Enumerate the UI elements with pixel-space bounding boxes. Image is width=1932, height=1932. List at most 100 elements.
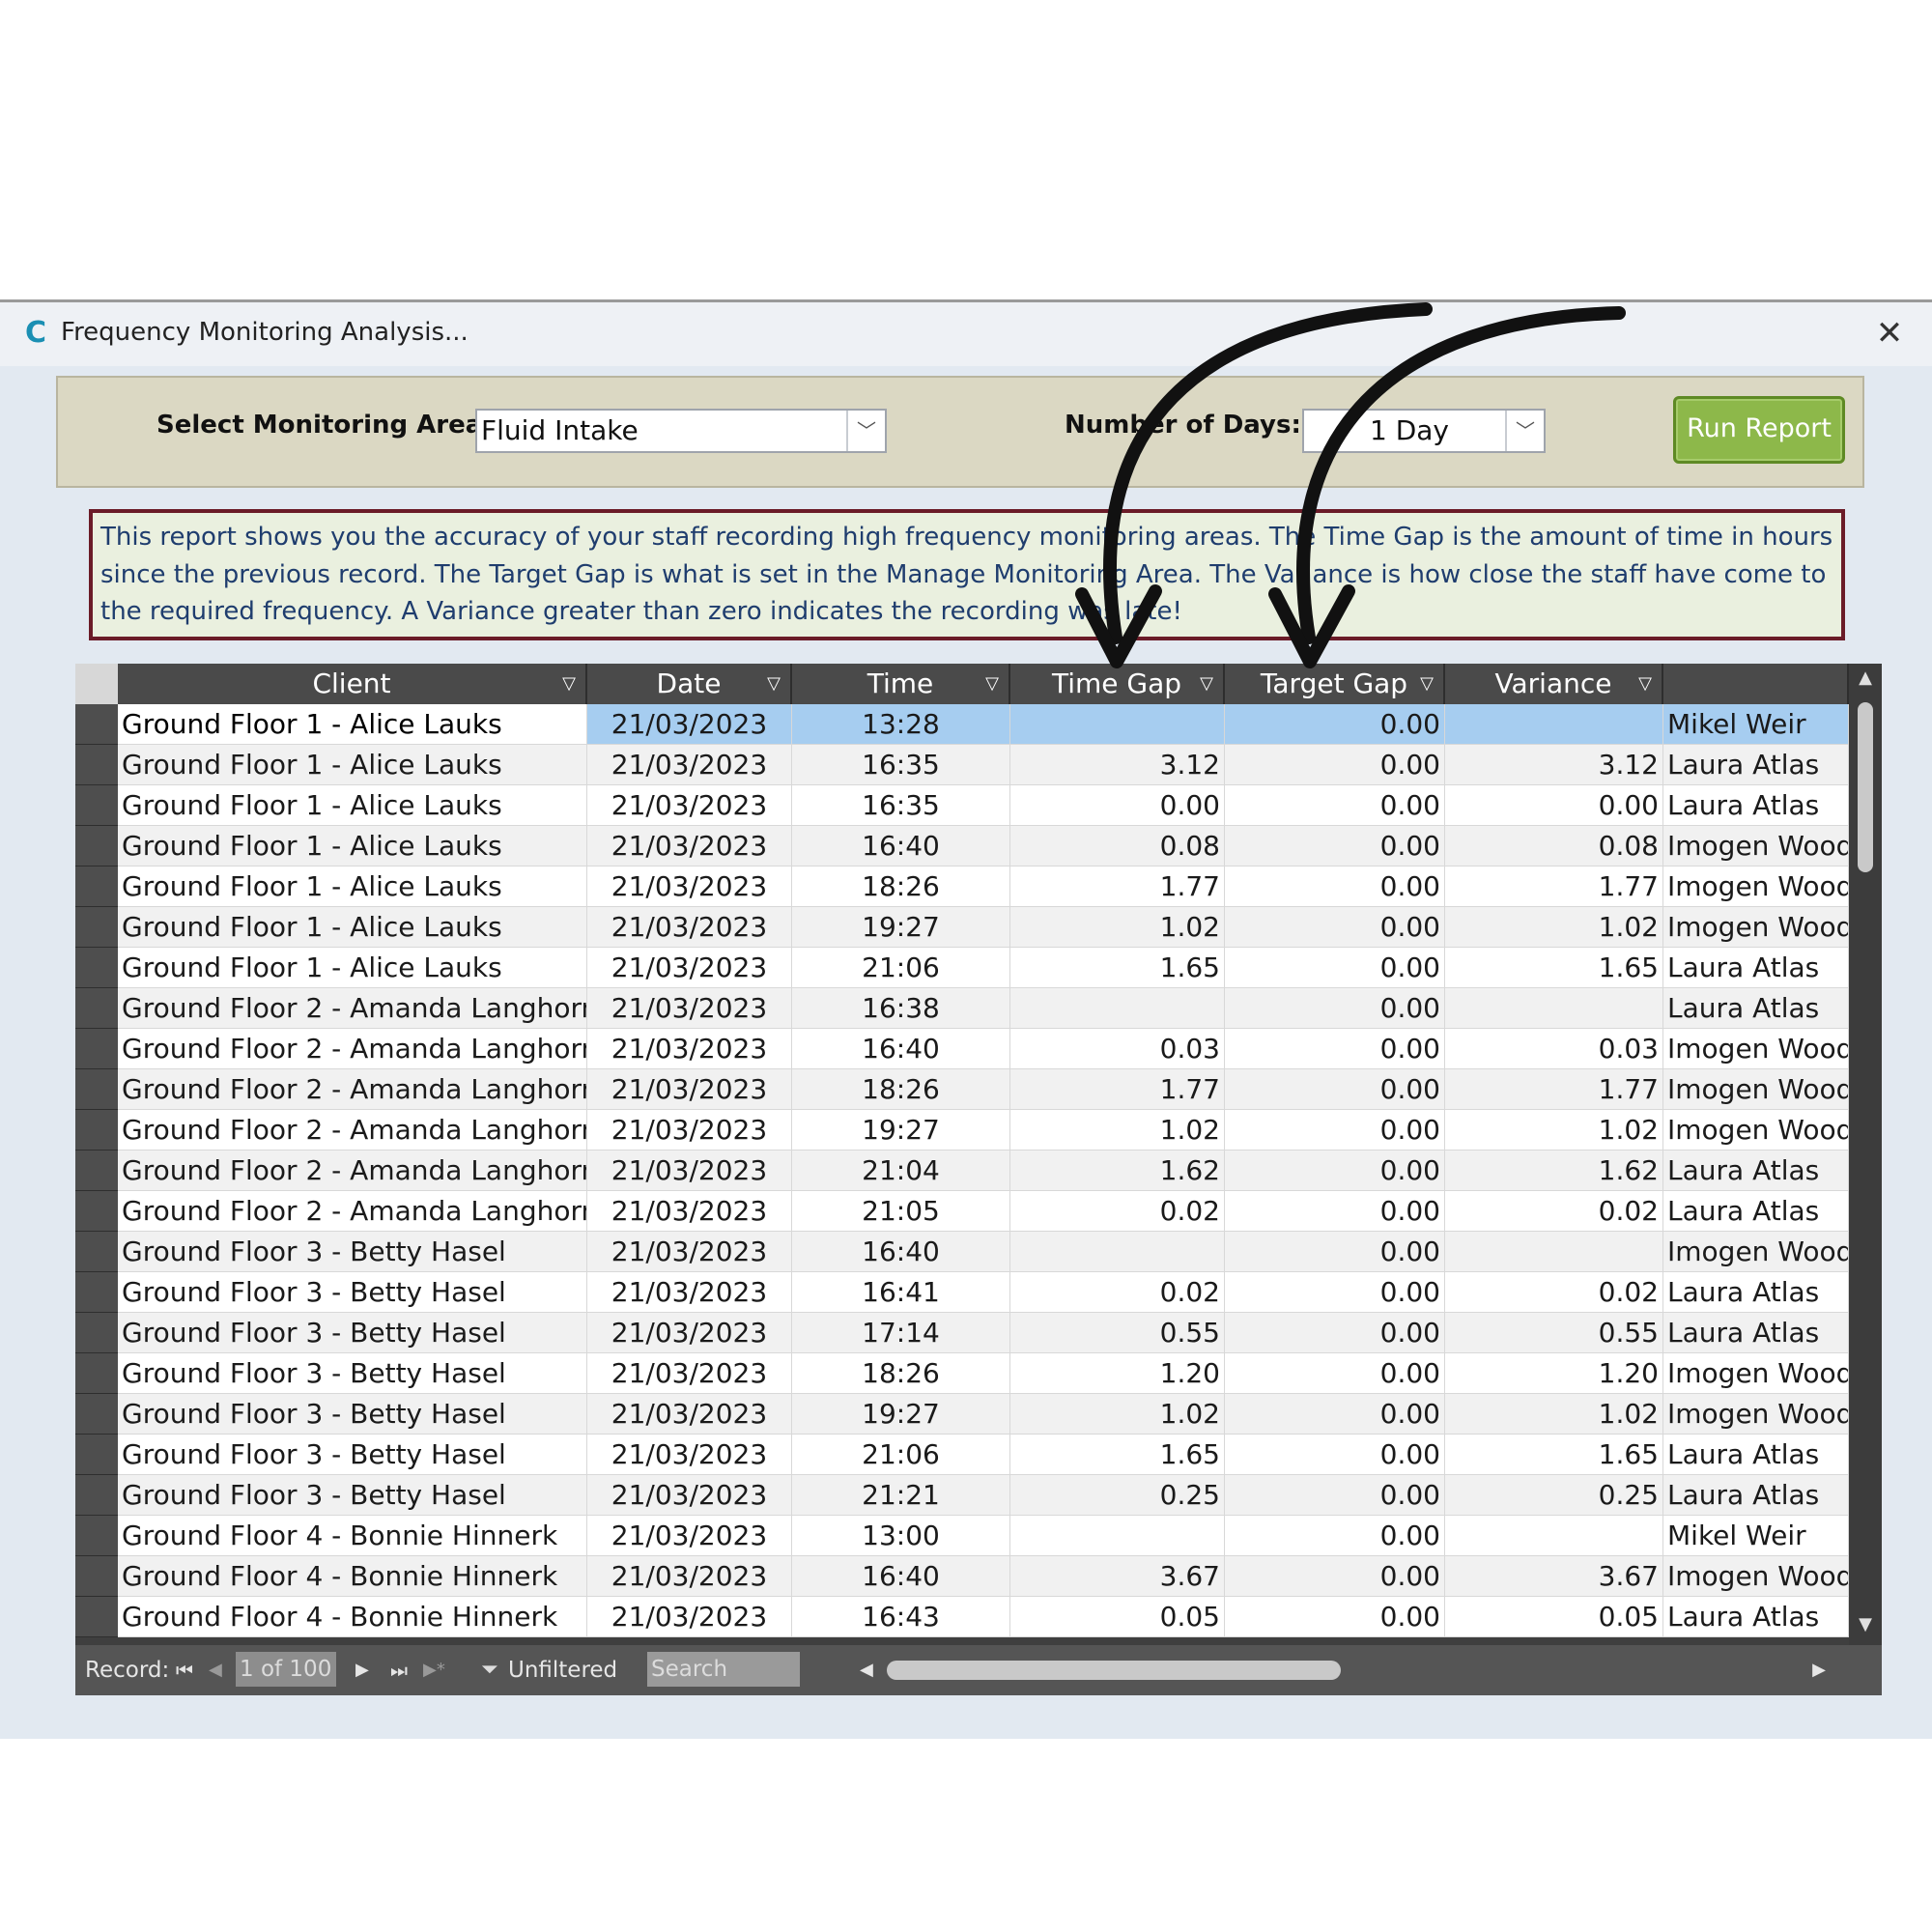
table-row[interactable]: Ground Floor 3 - Betty Hasel 21/03/2023 21… xyxy=(75,1475,1849,1516)
time-cell[interactable]: 21:05 xyxy=(792,1191,1010,1232)
staff-cell[interactable]: Imogen Wood xyxy=(1663,1353,1849,1394)
target-gap-cell[interactable]: 0.00 xyxy=(1225,1353,1445,1394)
time-gap-cell[interactable]: 1.65 xyxy=(1010,948,1225,988)
time-cell[interactable]: 17:14 xyxy=(792,1313,1010,1353)
variance-cell[interactable]: 1.20 xyxy=(1445,1353,1663,1394)
filter-dropdown-icon[interactable]: ▽ xyxy=(562,664,576,704)
row-selector[interactable] xyxy=(75,907,118,948)
filter-dropdown-icon[interactable]: ▽ xyxy=(985,664,999,704)
chevron-down-icon[interactable]: ﹀ xyxy=(846,411,885,451)
date-cell[interactable]: 21/03/2023 xyxy=(587,1435,792,1475)
variance-cell[interactable]: 0.05 xyxy=(1445,1597,1663,1637)
time-cell[interactable]: 19:27 xyxy=(792,1394,1010,1435)
target-gap-cell[interactable]: 0.00 xyxy=(1225,1069,1445,1110)
staff-cell[interactable]: Laura Atlas xyxy=(1663,1597,1849,1637)
column-header-staff[interactable] xyxy=(1663,664,1849,704)
variance-cell[interactable]: 0.03 xyxy=(1445,1029,1663,1069)
column-header-variance[interactable]: Variance ▽ xyxy=(1445,664,1663,704)
row-selector[interactable] xyxy=(75,1435,118,1475)
time-cell[interactable]: 16:41 xyxy=(792,1272,1010,1313)
date-cell[interactable]: 21/03/2023 xyxy=(587,988,792,1029)
time-cell[interactable]: 18:26 xyxy=(792,1069,1010,1110)
table-row[interactable]: Ground Floor 1 - Alice Lauks 21/03/2023 16… xyxy=(75,745,1849,785)
row-selector[interactable] xyxy=(75,867,118,907)
variance-cell[interactable]: 1.02 xyxy=(1445,1110,1663,1151)
date-cell[interactable]: 21/03/2023 xyxy=(587,704,792,745)
row-selector[interactable] xyxy=(75,1313,118,1353)
table-row[interactable]: Ground Floor 1 - Alice Lauks 21/03/2023 19… xyxy=(75,907,1849,948)
target-gap-cell[interactable]: 0.00 xyxy=(1225,1272,1445,1313)
vertical-scroll-thumb[interactable] xyxy=(1858,702,1873,872)
date-cell[interactable]: 21/03/2023 xyxy=(587,1029,792,1069)
variance-cell[interactable]: 1.65 xyxy=(1445,1435,1663,1475)
date-cell[interactable]: 21/03/2023 xyxy=(587,1069,792,1110)
row-selector[interactable] xyxy=(75,1272,118,1313)
client-cell[interactable]: Ground Floor 3 - Betty Hasel xyxy=(118,1232,587,1272)
target-gap-cell[interactable]: 0.00 xyxy=(1225,1191,1445,1232)
time-cell[interactable]: 16:38 xyxy=(792,988,1010,1029)
date-cell[interactable]: 21/03/2023 xyxy=(587,1151,792,1191)
time-cell[interactable]: 18:26 xyxy=(792,867,1010,907)
vertical-scrollbar[interactable]: ▲ ▼ xyxy=(1849,664,1882,1645)
client-cell[interactable]: Ground Floor 2 - Amanda Langhorn xyxy=(118,1029,587,1069)
variance-cell[interactable]: 0.02 xyxy=(1445,1272,1663,1313)
filter-dropdown-icon[interactable]: ▽ xyxy=(1200,664,1213,704)
time-cell[interactable]: 19:27 xyxy=(792,1110,1010,1151)
variance-cell[interactable]: 0.25 xyxy=(1445,1475,1663,1516)
target-gap-cell[interactable]: 0.00 xyxy=(1225,704,1445,745)
time-cell[interactable]: 16:40 xyxy=(792,1029,1010,1069)
table-row[interactable]: Ground Floor 3 - Betty Hasel 21/03/2023 17… xyxy=(75,1313,1849,1353)
row-selector[interactable] xyxy=(75,1110,118,1151)
variance-cell[interactable] xyxy=(1445,1516,1663,1556)
variance-cell[interactable]: 1.77 xyxy=(1445,1069,1663,1110)
monitoring-area-select[interactable]: Fluid Intake ﹀ xyxy=(475,409,887,453)
first-record-icon[interactable]: ⏮ xyxy=(176,1645,193,1695)
time-gap-cell[interactable]: 1.02 xyxy=(1010,1110,1225,1151)
row-selector[interactable] xyxy=(75,988,118,1029)
time-gap-cell[interactable]: 0.55 xyxy=(1010,1313,1225,1353)
row-selector[interactable] xyxy=(75,948,118,988)
variance-cell[interactable]: 3.67 xyxy=(1445,1556,1663,1597)
date-cell[interactable]: 21/03/2023 xyxy=(587,1516,792,1556)
target-gap-cell[interactable]: 0.00 xyxy=(1225,867,1445,907)
staff-cell[interactable]: Imogen Wood xyxy=(1663,1556,1849,1597)
variance-cell[interactable]: 1.77 xyxy=(1445,867,1663,907)
table-row[interactable]: Ground Floor 3 - Betty Hasel 21/03/2023 18… xyxy=(75,1353,1849,1394)
time-gap-cell[interactable]: 1.77 xyxy=(1010,1069,1225,1110)
time-gap-cell[interactable]: 0.02 xyxy=(1010,1272,1225,1313)
staff-cell[interactable]: Laura Atlas xyxy=(1663,988,1849,1029)
time-cell[interactable]: 18:26 xyxy=(792,1353,1010,1394)
horizontal-scroll-thumb[interactable] xyxy=(887,1661,1341,1680)
staff-cell[interactable]: Imogen Wood xyxy=(1663,867,1849,907)
time-gap-cell[interactable]: 3.12 xyxy=(1010,745,1225,785)
staff-cell[interactable]: Imogen Wood xyxy=(1663,826,1849,867)
time-cell[interactable]: 21:21 xyxy=(792,1475,1010,1516)
staff-cell[interactable]: Laura Atlas xyxy=(1663,1475,1849,1516)
target-gap-cell[interactable]: 0.00 xyxy=(1225,907,1445,948)
time-gap-cell[interactable]: 0.25 xyxy=(1010,1475,1225,1516)
row-selector[interactable] xyxy=(75,1151,118,1191)
staff-cell[interactable]: Laura Atlas xyxy=(1663,1313,1849,1353)
time-gap-cell[interactable]: 0.03 xyxy=(1010,1029,1225,1069)
staff-cell[interactable]: Laura Atlas xyxy=(1663,1151,1849,1191)
row-selector[interactable] xyxy=(75,704,118,745)
target-gap-cell[interactable]: 0.00 xyxy=(1225,1313,1445,1353)
client-cell[interactable]: Ground Floor 4 - Bonnie Hinnerk xyxy=(118,1556,587,1597)
client-cell[interactable]: Ground Floor 3 - Betty Hasel xyxy=(118,1435,587,1475)
table-row[interactable]: Ground Floor 2 - Amanda Langhorn 21/03/20… xyxy=(75,1110,1849,1151)
target-gap-cell[interactable]: 0.00 xyxy=(1225,1394,1445,1435)
client-cell[interactable]: Ground Floor 2 - Amanda Langhorn xyxy=(118,1191,587,1232)
row-selector[interactable] xyxy=(75,1394,118,1435)
staff-cell[interactable]: Laura Atlas xyxy=(1663,1435,1849,1475)
row-selector[interactable] xyxy=(75,1191,118,1232)
date-cell[interactable]: 21/03/2023 xyxy=(587,1232,792,1272)
variance-cell[interactable] xyxy=(1445,988,1663,1029)
current-record-field[interactable]: 1 of 100 xyxy=(236,1652,336,1687)
chevron-down-icon[interactable]: ﹀ xyxy=(1505,411,1544,451)
time-cell[interactable]: 21:06 xyxy=(792,948,1010,988)
time-gap-cell[interactable]: 1.62 xyxy=(1010,1151,1225,1191)
client-cell[interactable]: Ground Floor 2 - Amanda Langhorn xyxy=(118,988,587,1029)
horizontal-scrollbar[interactable]: ◀ ▶ xyxy=(860,1653,1826,1688)
time-cell[interactable]: 16:40 xyxy=(792,1232,1010,1272)
client-cell[interactable]: Ground Floor 1 - Alice Lauks xyxy=(118,948,587,988)
